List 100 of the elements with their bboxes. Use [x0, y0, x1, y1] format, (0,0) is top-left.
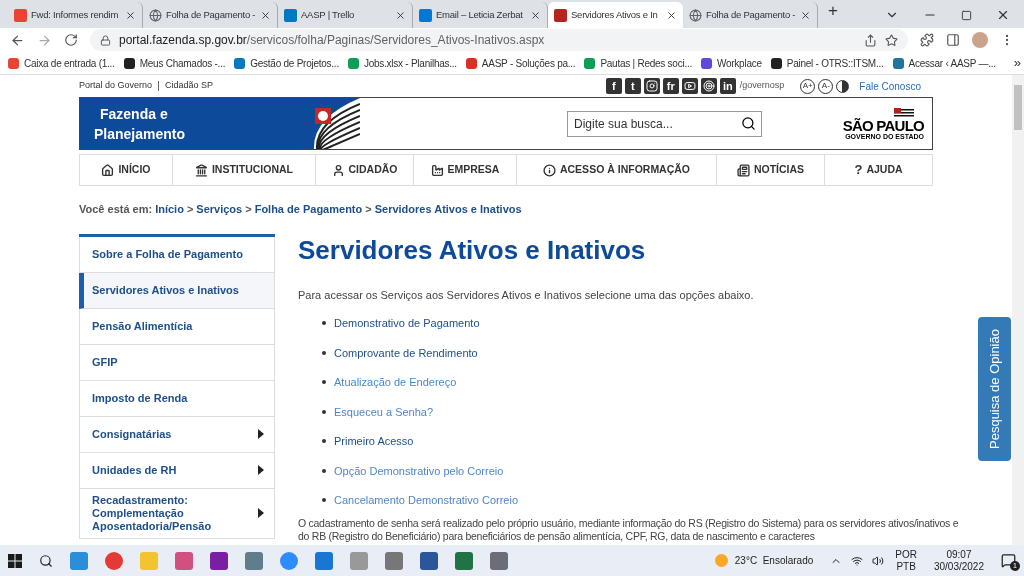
brand-banner[interactable]: Fazenda e Planejamento: [80, 98, 360, 149]
social-link[interactable]: fr: [662, 78, 679, 94]
address-bar[interactable]: portal.fazenda.sp.gov.br/servicos/folha/Paginas/Servidores_Ativos-Inativos.aspx: [90, 29, 908, 51]
new-tab-button[interactable]: +: [828, 0, 838, 23]
start-icon[interactable]: [8, 553, 22, 568]
sidebar-item[interactable]: Unidades de RH: [79, 452, 275, 489]
bullet-icon: [322, 350, 326, 355]
service-link[interactable]: Demonstrativo de Pagamento: [334, 315, 480, 332]
bookmark[interactable]: Painel - OTRS::ITSM...: [786, 55, 884, 71]
target-icon[interactable]: [700, 78, 717, 94]
reload-icon[interactable]: [64, 33, 78, 47]
sidebar-item[interactable]: Imposto de Renda: [79, 380, 275, 417]
close-icon[interactable]: [666, 9, 677, 21]
top-link[interactable]: Cidadão SP: [165, 79, 214, 93]
star-icon[interactable]: [885, 33, 898, 47]
play-icon[interactable]: [681, 78, 698, 94]
social-link[interactable]: t: [624, 78, 641, 94]
breadcrumb-link[interactable]: Início: [155, 201, 184, 218]
browser-tab[interactable]: Email – Leticia Zerbat: [413, 2, 548, 28]
scrollbar[interactable]: [1012, 75, 1024, 545]
sidebar-item[interactable]: Pensão Alimentícia: [79, 308, 275, 345]
bookmark-icon: [234, 57, 246, 69]
clock-date[interactable]: 30/03/2022: [933, 560, 984, 573]
keyboard-code[interactable]: PTB: [896, 560, 916, 573]
sidebar-item[interactable]: GFIP: [79, 344, 275, 381]
taskbar-app-icon[interactable]: [245, 551, 263, 570]
taskbar-app-icon[interactable]: [490, 551, 508, 570]
taskbar-app-icon[interactable]: [420, 551, 438, 570]
taskbar-app-icon[interactable]: [70, 551, 88, 570]
bookmark[interactable]: Acessar ‹ AASP —...: [908, 55, 996, 71]
nav-item[interactable]: ? AJUDA: [825, 155, 932, 185]
more-bookmarks-button[interactable]: »: [1013, 53, 1021, 73]
clock-time[interactable]: 09:07: [946, 548, 972, 561]
taskbar-app-icon[interactable]: [315, 551, 333, 570]
contact-link[interactable]: Fale Conosco: [859, 78, 921, 94]
service-link[interactable]: Atualização de Endereço: [334, 374, 457, 391]
person-icon: [331, 163, 345, 177]
social-link[interactable]: f: [605, 78, 622, 94]
close-icon[interactable]: [125, 9, 136, 21]
bookmark[interactable]: Jobs.xlsx - Planilhas...: [363, 55, 457, 71]
wifi-icon[interactable]: [851, 554, 864, 567]
share-icon[interactable]: [864, 33, 877, 47]
service-link[interactable]: Opção Demonstrativo pelo Correio: [334, 462, 504, 479]
nav-item[interactable]: INÍCIO: [80, 155, 173, 185]
close-icon[interactable]: [260, 9, 271, 21]
side-panel-icon[interactable]: [946, 33, 960, 47]
back-icon[interactable]: [10, 32, 25, 48]
bookmark-icon: [892, 57, 904, 69]
nav-item[interactable]: ACESSO À INFORMAÇÃO: [517, 155, 717, 185]
taskbar-app-icon[interactable]: [210, 551, 228, 570]
search-field[interactable]: Digite sua busca...: [567, 110, 762, 137]
taskbar-app-icon[interactable]: [105, 551, 123, 570]
sidebar-item[interactable]: Consignatárias: [79, 416, 275, 453]
bullet-icon: [322, 439, 326, 444]
nav-item[interactable]: INSTITUCIONAL: [173, 155, 316, 185]
breadcrumb-link[interactable]: Servidores Ativos e Inativos: [374, 201, 522, 218]
close-icon[interactable]: [996, 8, 1010, 22]
survey-button[interactable]: Pesquisa de Opinião: [978, 317, 1011, 461]
close-icon[interactable]: [800, 9, 811, 21]
service-link[interactable]: Esqueceu a Senha?: [334, 403, 434, 420]
contrast-icon[interactable]: [836, 79, 850, 93]
close-icon[interactable]: [395, 9, 406, 21]
sidebar-item[interactable]: Recadastramento: Complementação Aposentadoria/Pensão: [79, 488, 275, 539]
close-icon[interactable]: [530, 9, 541, 21]
breadcrumb-link[interactable]: Serviços: [196, 201, 243, 218]
bookmark[interactable]: Workplace: [716, 55, 762, 71]
browser-tab[interactable]: Folha de Pagamento -: [143, 2, 278, 28]
bookmark[interactable]: Pautas | Redes soci...: [600, 55, 692, 71]
volume-icon[interactable]: [872, 554, 885, 567]
service-link[interactable]: Primeiro Acesso: [334, 433, 414, 450]
bookmark[interactable]: Caixa de entrada (1...: [24, 55, 115, 71]
social-link[interactable]: in: [719, 78, 736, 94]
camera-icon[interactable]: [643, 78, 660, 94]
nav-item[interactable]: CIDADÃO: [316, 155, 414, 185]
taskbar-app-icon[interactable]: [175, 551, 193, 570]
taskbar-app-icon[interactable]: [385, 551, 403, 570]
nav-item[interactable]: NOTÍCIAS: [717, 155, 825, 185]
globe-icon: [689, 8, 702, 22]
sidebar-item[interactable]: Sobre a Folha de Pagamento: [79, 236, 275, 273]
language-code[interactable]: POR: [895, 548, 917, 561]
breadcrumb-link[interactable]: Folha de Pagamento: [254, 201, 363, 218]
sidebar-item[interactable]: Servidores Ativos e Inativos: [79, 272, 275, 309]
browser-tab[interactable]: Folha de Pagamento -: [683, 2, 818, 28]
browser-tab[interactable]: AASP | Trello: [278, 2, 413, 28]
browser-tab[interactable]: Servidores Ativos e In: [548, 2, 683, 28]
weather-text[interactable]: 23°C Ensolarado: [734, 553, 814, 568]
bookmark[interactable]: Meus Chamados -...: [139, 55, 226, 71]
service-link[interactable]: Cancelamento Demonstrativo Correio: [334, 492, 519, 509]
bookmark[interactable]: AASP - Soluções pa...: [481, 55, 576, 71]
bookmark[interactable]: Gestão de Projetos...: [250, 55, 339, 71]
service-link[interactable]: Comprovante de Rendimento: [334, 344, 478, 361]
top-link[interactable]: Portal do Governo: [79, 79, 153, 93]
nav-item[interactable]: EMPRESA: [414, 155, 517, 185]
taskbar-app-icon[interactable]: [455, 551, 473, 570]
search-icon[interactable]: [39, 553, 53, 568]
extensions-icon[interactable]: [920, 33, 934, 47]
browser-tab[interactable]: Fwd: Informes rendim: [8, 2, 143, 28]
brand-name: Fazenda e: [99, 104, 169, 124]
search-icon[interactable]: [741, 116, 756, 131]
restore-icon[interactable]: [961, 9, 972, 21]
